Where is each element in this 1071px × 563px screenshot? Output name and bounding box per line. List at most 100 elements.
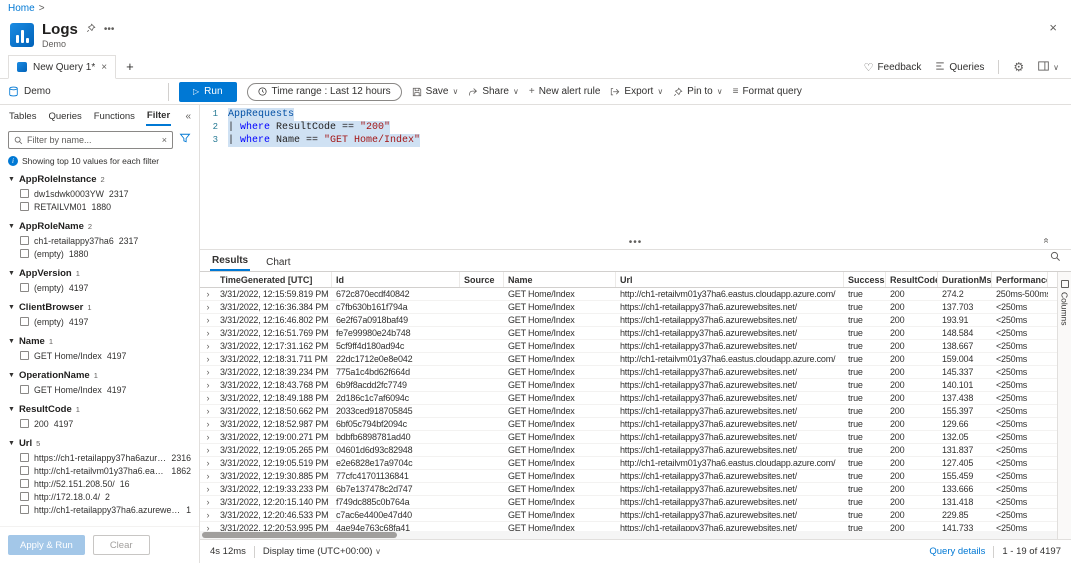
checkbox[interactable] [20, 189, 29, 198]
tab-new-query[interactable]: New Query 1* × [8, 55, 116, 79]
expand-row-icon[interactable]: › [200, 523, 216, 531]
filter-group-header[interactable]: ▼AppRoleInstance2 [8, 171, 191, 187]
horizontal-scrollbar[interactable] [200, 531, 1057, 539]
checkbox[interactable] [20, 236, 29, 245]
table-row[interactable]: ›3/31/2022, 12:19:05.519 PMe2e6828e17a97… [200, 457, 1057, 470]
table-row[interactable]: ›3/31/2022, 12:15:59.819 PM672c870ecdf40… [200, 288, 1057, 301]
table-row[interactable]: ›3/31/2022, 12:19:05.265 PM04601d6d93c82… [200, 444, 1057, 457]
checkbox[interactable] [20, 479, 29, 488]
expand-row-icon[interactable]: › [200, 341, 216, 351]
breadcrumb-home-link[interactable]: Home [8, 3, 35, 14]
time-range-picker[interactable]: Time range : Last 12 hours [247, 83, 402, 101]
filter-funnel-icon[interactable] [179, 131, 191, 149]
column-header[interactable]: Name [504, 272, 616, 287]
expand-row-icon[interactable]: › [200, 315, 216, 325]
expand-row-icon[interactable]: › [200, 406, 216, 416]
new-alert-rule-button[interactable]: + New alert rule [529, 86, 601, 97]
sidebar-tab-filter[interactable]: Filter [146, 107, 171, 126]
scope-selector[interactable]: Demo [8, 86, 158, 97]
table-row[interactable]: ›3/31/2022, 12:18:50.662 PM2033ced918705… [200, 405, 1057, 418]
filter-value-option[interactable]: (empty)4197 [8, 281, 191, 294]
expand-row-icon[interactable]: › [200, 393, 216, 403]
column-header[interactable]: Success [844, 272, 886, 287]
layout-button[interactable]: ∨ [1038, 61, 1059, 74]
expand-row-icon[interactable]: › [200, 484, 216, 494]
checkbox[interactable] [20, 283, 29, 292]
format-query-button[interactable]: ≡ Format query [733, 86, 802, 97]
filter-value-option[interactable]: GET Home/Index4197 [8, 349, 191, 362]
apply-run-button[interactable]: Apply & Run [8, 535, 85, 555]
table-row[interactable]: ›3/31/2022, 12:19:30.885 PM77cfc41701136… [200, 470, 1057, 483]
table-row[interactable]: ›3/31/2022, 12:18:52.987 PM6bf05c794bf20… [200, 418, 1057, 431]
expand-row-icon[interactable]: › [200, 510, 216, 520]
columns-rail-tab[interactable]: Columns [1060, 292, 1070, 326]
gear-icon[interactable]: ⚙ [1013, 60, 1024, 74]
table-row[interactable]: ›3/31/2022, 12:18:43.768 PM6b9f8acdd2fc7… [200, 379, 1057, 392]
expand-row-icon[interactable]: › [200, 328, 216, 338]
table-row[interactable]: ›3/31/2022, 12:16:36.384 PMc7fb630b161f7… [200, 301, 1057, 314]
expand-row-icon[interactable]: › [200, 367, 216, 377]
query-details-link[interactable]: Query details [929, 546, 985, 557]
tab-results[interactable]: Results [210, 252, 250, 271]
filter-group-header[interactable]: ▼ResultCode1 [8, 401, 191, 417]
close-tab-icon[interactable]: × [101, 62, 107, 73]
filter-value-option[interactable]: ch1-retailappy37ha62317 [8, 234, 191, 247]
editor-results-splitter[interactable]: ••• « [200, 235, 1071, 249]
query-editor[interactable]: 1AppRequests2| where ResultCode == "200"… [200, 105, 1071, 235]
pin-to-button[interactable]: Pin to ∨ [673, 86, 722, 97]
filter-group-header[interactable]: ▼AppRoleName2 [8, 218, 191, 234]
save-button[interactable]: Save ∨ [412, 86, 459, 97]
table-row[interactable]: ›3/31/2022, 12:18:49.188 PM2d186c1c7af60… [200, 392, 1057, 405]
expand-row-icon[interactable]: › [200, 289, 216, 299]
filter-value-option[interactable]: 2004197 [8, 417, 191, 430]
table-row[interactable]: ›3/31/2022, 12:18:31.711 PM22dc1712e0e8e… [200, 353, 1057, 366]
queries-button[interactable]: Queries [935, 61, 984, 74]
column-header[interactable]: PerformanceBu [992, 272, 1048, 287]
checkbox[interactable] [20, 351, 29, 360]
checkbox[interactable] [20, 492, 29, 501]
tab-chart[interactable]: Chart [264, 254, 292, 271]
export-button[interactable]: Export ∨ [610, 86, 663, 97]
expand-row-icon[interactable]: › [200, 380, 216, 390]
filter-group-header[interactable]: ▼ClientBrowser1 [8, 299, 191, 315]
expand-row-icon[interactable]: › [200, 354, 216, 364]
column-header[interactable]: ResultCode [886, 272, 938, 287]
expand-row-icon[interactable]: › [200, 432, 216, 442]
table-row[interactable]: ›3/31/2022, 12:18:39.234 PM775a1c4bd62f6… [200, 366, 1057, 379]
column-header[interactable]: TimeGenerated [UTC] [216, 272, 332, 287]
filter-group-header[interactable]: ▼Url5 [8, 435, 191, 451]
search-results-icon[interactable] [1050, 249, 1061, 267]
checkbox[interactable] [20, 202, 29, 211]
column-header[interactable]: DurationMs [938, 272, 992, 287]
checkbox[interactable] [20, 466, 29, 475]
close-icon[interactable]: × [1049, 20, 1057, 35]
filter-group-header[interactable]: ▼OperationName1 [8, 367, 191, 383]
filter-value-option[interactable]: http://ch1-retailvm01y37ha6.eastus.clou.… [8, 464, 191, 477]
filter-value-option[interactable]: GET Home/Index4197 [8, 383, 191, 396]
table-row[interactable]: ›3/31/2022, 12:19:33.233 PM6b7e137478c2d… [200, 483, 1057, 496]
filter-value-option[interactable]: (empty)4197 [8, 315, 191, 328]
table-row[interactable]: ›3/31/2022, 12:20:53.995 PM4ae94e763c68f… [200, 522, 1057, 531]
pin-icon[interactable] [86, 23, 96, 36]
filter-value-option[interactable]: https://ch1-retailappy37ha6azurewebsit..… [8, 451, 191, 464]
more-options-icon[interactable]: ••• [104, 24, 115, 35]
column-header[interactable]: Url [616, 272, 844, 287]
display-time-selector[interactable]: Display time (UTC+00:00) ∨ [263, 546, 381, 557]
filter-value-option[interactable]: http://172.18.0.4/2 [8, 490, 191, 503]
splitter-handle-icon[interactable]: ••• [629, 237, 643, 248]
filter-value-option[interactable]: dw1sdwk0003YW2317 [8, 187, 191, 200]
table-row[interactable]: ›3/31/2022, 12:19:00.271 PMbdbfb6898781a… [200, 431, 1057, 444]
checkbox[interactable] [20, 385, 29, 394]
filter-group-header[interactable]: ▼AppVersion1 [8, 265, 191, 281]
sidebar-tab-tables[interactable]: Tables [8, 108, 37, 125]
expand-row-icon[interactable]: › [200, 445, 216, 455]
expand-row-icon[interactable]: › [200, 419, 216, 429]
column-header[interactable]: Id [332, 272, 460, 287]
scrollbar-thumb[interactable] [202, 532, 397, 538]
clear-search-icon[interactable]: × [162, 135, 167, 145]
expand-row-icon[interactable]: › [200, 497, 216, 507]
sidebar-tab-queries[interactable]: Queries [47, 108, 82, 125]
checkbox[interactable] [20, 317, 29, 326]
table-row[interactable]: ›3/31/2022, 12:17:31.162 PM5cf9ff4d180ad… [200, 340, 1057, 353]
table-row[interactable]: ›3/31/2022, 12:16:51.769 PMfe7e99980e24b… [200, 327, 1057, 340]
